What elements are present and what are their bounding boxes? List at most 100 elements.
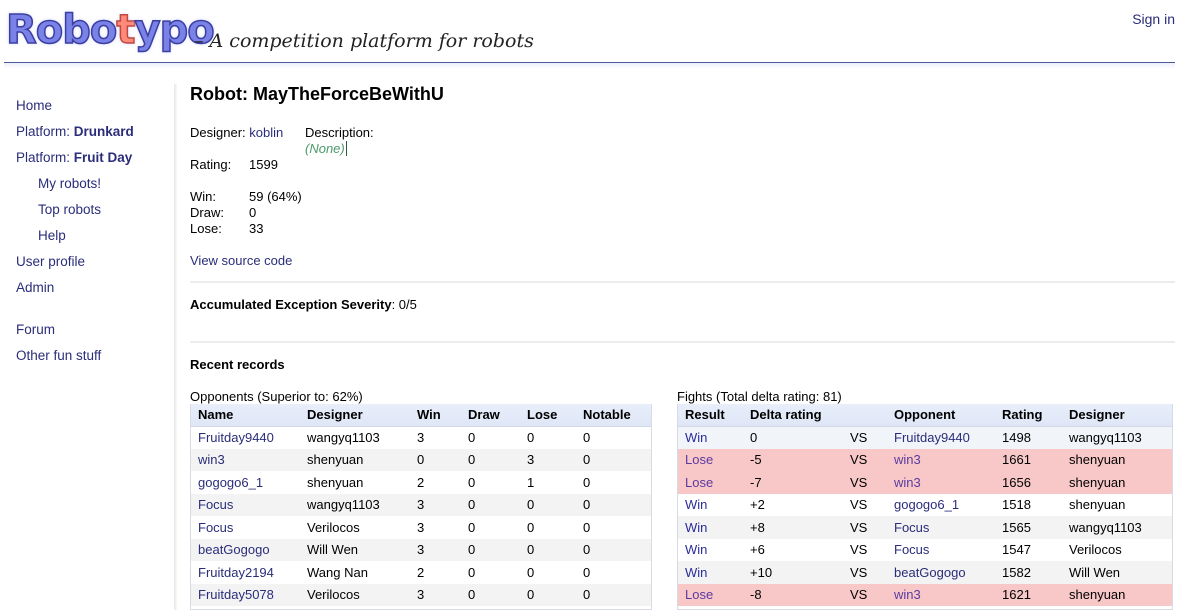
cell-rating: 1565 (995, 516, 1062, 539)
robot-link[interactable]: Fruitday5078 (198, 587, 274, 602)
cell-value: wangyq1103 (307, 497, 380, 513)
cell-result: Lose (678, 583, 743, 606)
fight-result-link[interactable]: Win (685, 542, 707, 557)
column-header-delta-rating[interactable]: Delta rating (743, 404, 843, 427)
column-header-draw[interactable]: Draw (461, 404, 520, 427)
sidebar-item-my-robots[interactable]: My robots! (16, 174, 176, 200)
cell-draw: 0 (461, 583, 520, 606)
sidebar-item-label[interactable]: Home (16, 98, 52, 113)
column-header-name[interactable]: Name (191, 404, 300, 427)
robot-link[interactable]: Focus (198, 497, 233, 512)
robot-link[interactable]: Fruitday2194 (198, 565, 274, 580)
opponent-link[interactable]: win3 (894, 475, 921, 490)
sidebar-item-forum[interactable]: Forum (16, 320, 176, 346)
sidebar-item-label[interactable]: Top robots (38, 202, 101, 217)
sidebar-item-other-fun-stuff[interactable]: Other fun stuff (16, 346, 176, 372)
robot-link[interactable]: gogogo6_1 (198, 475, 263, 490)
cell-value: 0 (583, 587, 591, 603)
robotypo-logo[interactable]: Robotypo (5, 7, 215, 53)
view-source-code-link[interactable]: View source code (190, 253, 292, 269)
table-row: Fruitday2194 Wang Nan 2 0 0 0 (191, 561, 651, 584)
sidebar-item-platform-fruit-day[interactable]: Platform: Fruit Day (16, 148, 176, 174)
cell-opponent: beatGogogo (887, 561, 995, 584)
sidebar-item-label[interactable]: Help (38, 228, 66, 243)
column-header-lose[interactable]: Lose (520, 404, 576, 427)
cell-notable: 0 (576, 538, 651, 561)
opponent-link[interactable]: gogogo6_1 (894, 497, 959, 512)
cell-result: Win (678, 426, 743, 449)
fights-header-row: Result Delta rating Opponent Rating Designer (678, 404, 1172, 427)
cell-delta-rating: +10 (743, 561, 843, 584)
cell-value: 0 (583, 430, 591, 445)
column-header-opponent[interactable]: Opponent (887, 404, 995, 427)
cell-name: Fruitday5078 (191, 583, 300, 606)
cell-designer: shenyuan (1062, 583, 1172, 606)
robot-link[interactable]: Focus (198, 520, 233, 535)
sign-in-link[interactable]: Sign in (1132, 11, 1175, 27)
cell-notable: 0 (576, 448, 651, 471)
sidebar-item-top-robots[interactable]: Top robots (16, 200, 176, 226)
column-header-result[interactable]: Result (678, 404, 743, 427)
column-header-win[interactable]: Win (410, 404, 461, 427)
cell-value: 0 (468, 474, 476, 490)
fight-result-link[interactable]: Win (685, 565, 707, 580)
fight-result-link[interactable]: Win (685, 430, 707, 445)
column-header-designer[interactable]: Designer (1062, 404, 1172, 427)
cell-designer: Will Wen (300, 538, 410, 561)
description-value[interactable]: (None) (305, 141, 347, 156)
fight-result-link[interactable]: Win (685, 497, 707, 512)
sidebar-item-home[interactable]: Home (16, 96, 176, 122)
logo-text-part: Robo (5, 7, 118, 53)
sidebar-item-label[interactable]: User profile (16, 254, 85, 269)
sidebar-item-link[interactable]: Platform: Drunkard (16, 124, 134, 139)
designer-link[interactable]: koblin (249, 125, 283, 140)
cell-rating: 1656 (995, 471, 1062, 494)
cell-rating: 1498 (995, 426, 1062, 449)
fight-result-link[interactable]: Win (685, 520, 707, 535)
column-header-designer[interactable]: Designer (300, 404, 410, 427)
sidebar-item-link[interactable]: Platform: Fruit Day (16, 150, 132, 165)
cell-value: 0 (527, 564, 535, 580)
sidebar-item-label[interactable]: My robots! (38, 176, 101, 191)
robot-link[interactable]: Fruitday9440 (198, 430, 274, 445)
cell-value: 0 (468, 519, 476, 535)
table-row: Lose -5 VS win3 1661 shenyuan (678, 448, 1172, 471)
sidebar-item-admin[interactable]: Admin (16, 278, 176, 304)
fight-result-link[interactable]: Lose (685, 587, 713, 602)
sidebar-item-label[interactable]: Forum (16, 322, 55, 337)
cell-win: 3 (410, 426, 461, 449)
win-value: 59 (64%) (249, 189, 302, 204)
cell-lose: 0 (520, 493, 576, 516)
cell-value: Verilocos (307, 519, 360, 535)
robot-link[interactable]: beatGogogo (198, 542, 270, 557)
cell-value: 0 (468, 497, 476, 513)
opponent-link[interactable]: Fruitday9440 (894, 430, 970, 445)
column-header-notable[interactable]: Notable (576, 404, 651, 427)
sidebar-item-user-profile[interactable]: User profile (16, 252, 176, 278)
cell-designer: Verilocos (300, 516, 410, 539)
cell-value: wangyq1103 (1069, 519, 1142, 535)
opponent-link[interactable]: beatGogogo (894, 565, 966, 580)
table-row: Win +6 VS Focus 1547 Verilocos (678, 538, 1172, 561)
sidebar-item-label[interactable]: Other fun stuff (16, 348, 101, 363)
cell-value: Verilocos (1069, 542, 1122, 558)
column-header-rating[interactable]: Rating (995, 404, 1062, 427)
sidebar-item-platform-drunkard[interactable]: Platform: Drunkard (16, 122, 176, 148)
cell-value: 0 (583, 452, 591, 468)
cell-designer: shenyuan (300, 471, 410, 494)
robot-link[interactable]: win3 (198, 452, 225, 467)
opponent-link[interactable]: Focus (894, 542, 929, 557)
fight-result-link[interactable]: Lose (685, 475, 713, 490)
cell-value: Will Wen (1069, 564, 1121, 580)
sidebar-item-label: Fruit Day (73, 150, 133, 165)
opponent-link[interactable]: win3 (894, 452, 921, 467)
fight-result-link[interactable]: Lose (685, 452, 713, 467)
cell-value: shenyuan (1069, 452, 1126, 468)
sidebar-item-label[interactable]: Admin (16, 280, 54, 295)
opponent-link[interactable]: Focus (894, 520, 929, 535)
opponent-link[interactable]: win3 (894, 587, 921, 602)
cell-value: 0 (583, 542, 591, 558)
cell-name: gogogo6_1 (191, 471, 300, 494)
sidebar-item-help[interactable]: Help (16, 226, 176, 252)
